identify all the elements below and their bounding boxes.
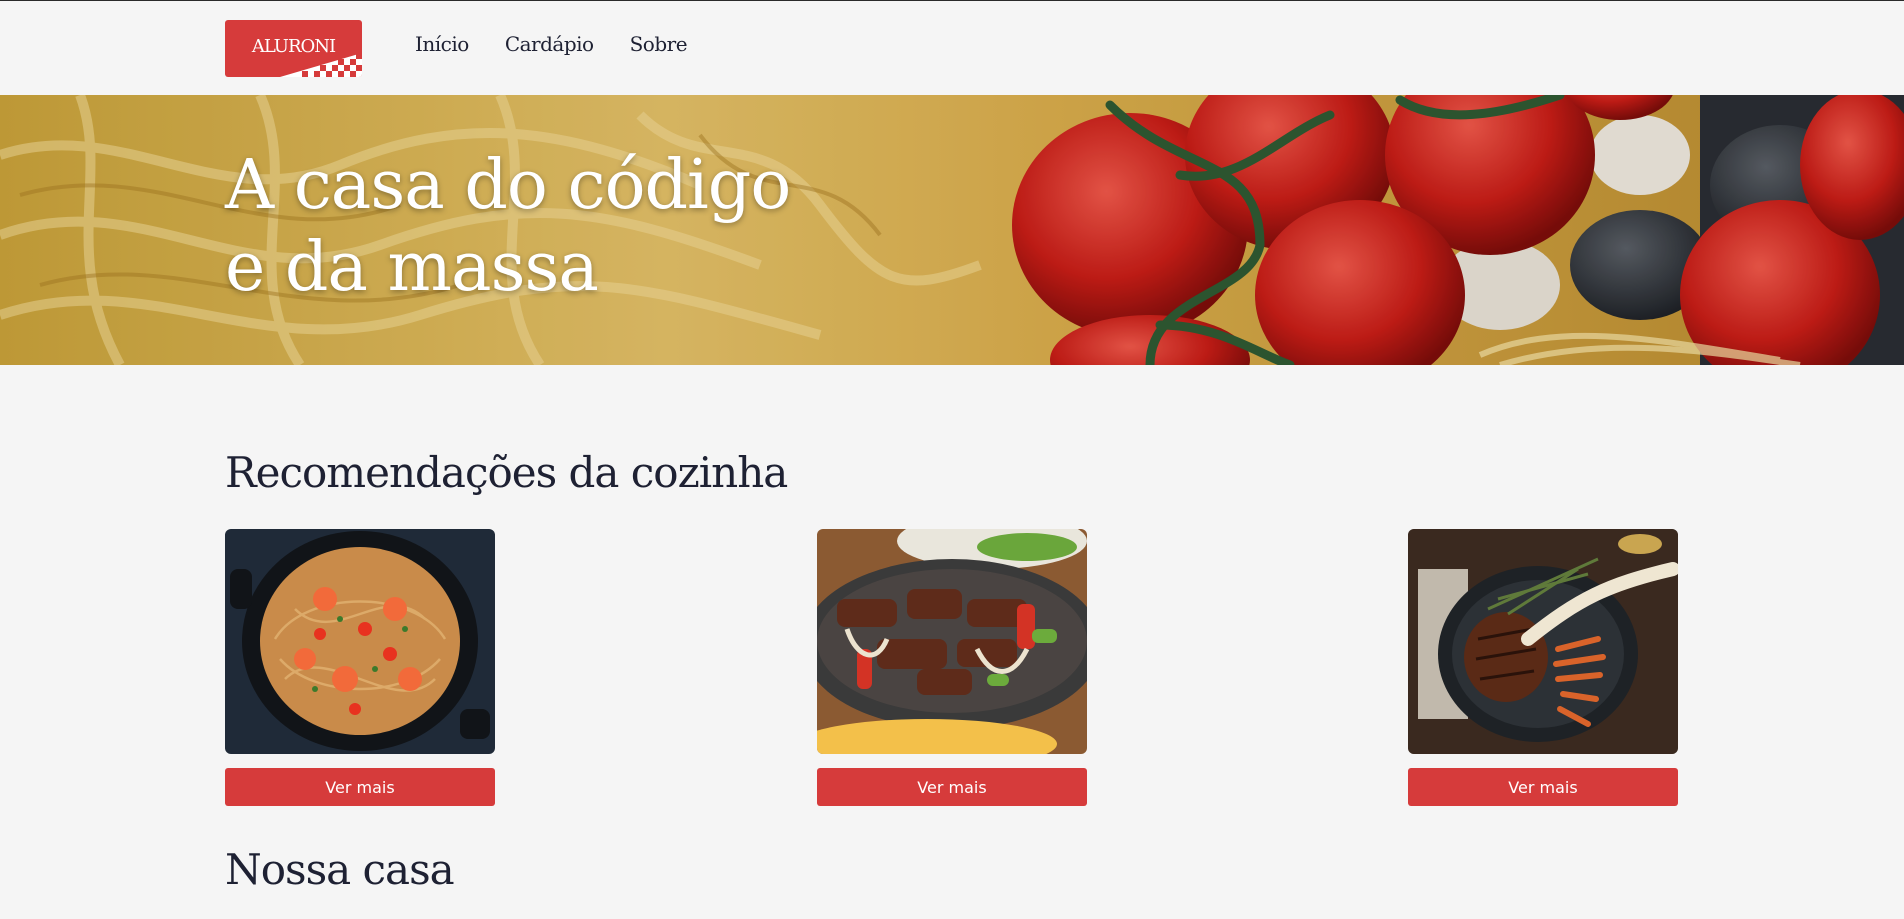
hero-title-line-1: A casa do código — [225, 146, 791, 225]
shrimp-spaghetti-image — [225, 529, 495, 754]
recommendation-card: Ver mais — [225, 529, 495, 806]
site-header: ALURONI Início Cardápio Sobre — [0, 1, 1904, 95]
main-nav: Início Cardápio Sobre — [415, 32, 688, 56]
nav-link-sobre[interactable]: Sobre — [630, 32, 688, 56]
hero-title: A casa do código e da massa — [225, 145, 791, 309]
recommendation-card: Ver mais — [817, 529, 1087, 806]
ver-mais-button[interactable]: Ver mais — [817, 768, 1087, 806]
ver-mais-button[interactable]: Ver mais — [225, 768, 495, 806]
nav-link-cardapio[interactable]: Cardápio — [505, 32, 594, 56]
nossa-casa-title: Nossa casa — [225, 845, 455, 894]
recommendation-card: Ver mais — [1408, 529, 1678, 806]
hero-title-line-2: e da massa — [225, 228, 599, 307]
checkered-tablecloth-icon — [280, 53, 362, 77]
ver-mais-button[interactable]: Ver mais — [1408, 768, 1678, 806]
beef-fajitas-image — [817, 529, 1087, 754]
hero-banner: A casa do código e da massa — [0, 95, 1904, 365]
brand-logo[interactable]: ALURONI — [225, 20, 362, 77]
recommendations-title: Recomendações da cozinha — [225, 448, 788, 497]
tomahawk-steak-image — [1408, 529, 1678, 754]
nav-link-inicio[interactable]: Início — [415, 32, 469, 56]
